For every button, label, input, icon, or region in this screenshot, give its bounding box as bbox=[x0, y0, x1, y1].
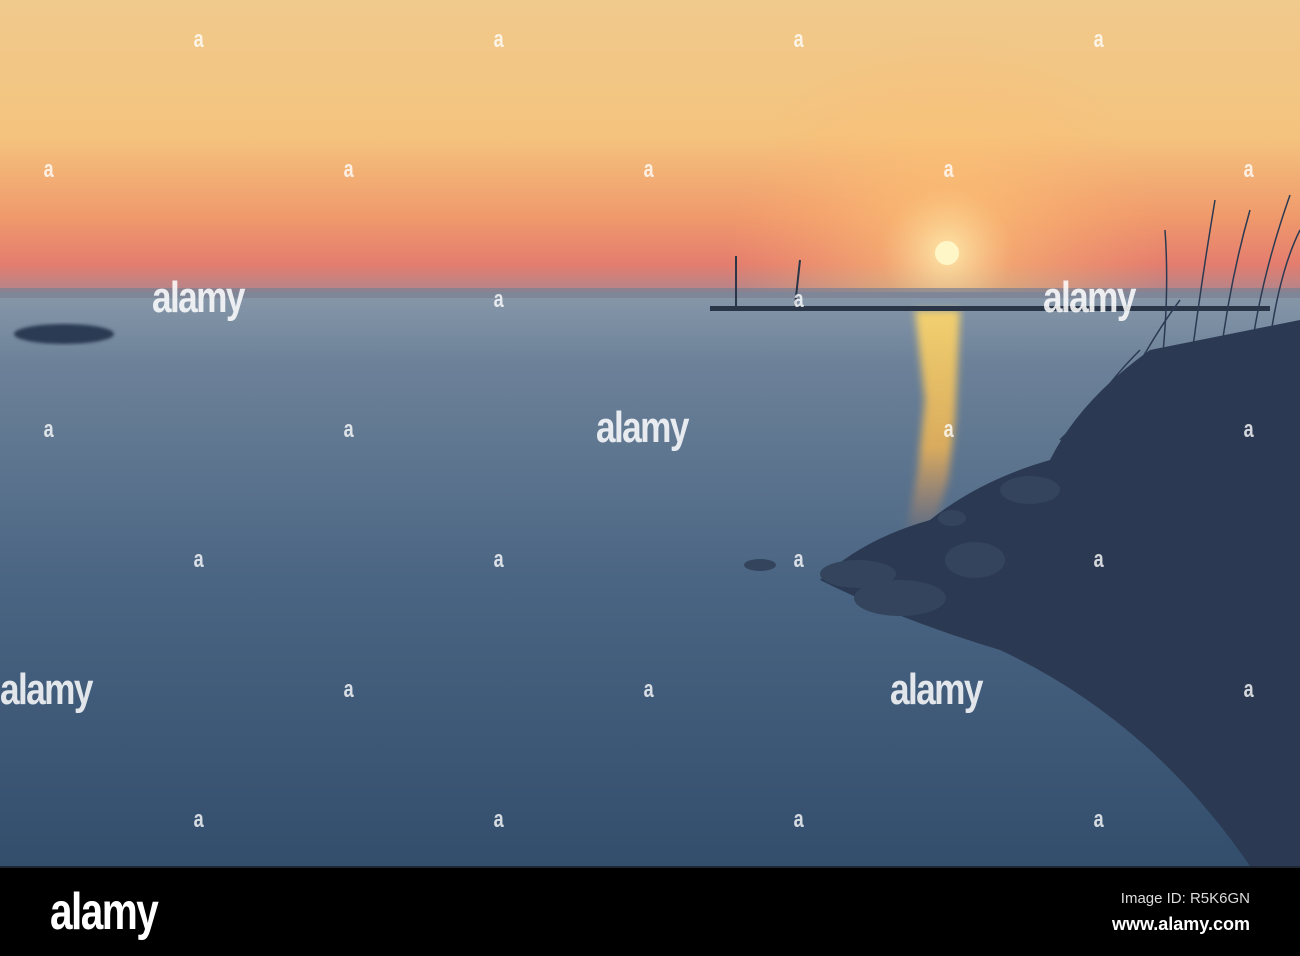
watermark-glyph: a bbox=[1243, 156, 1254, 183]
footer-bar: alamy Image ID: R5K6GN www.alamy.com bbox=[0, 866, 1300, 956]
sun bbox=[935, 241, 959, 265]
watermark-glyph: a bbox=[193, 806, 204, 833]
watermark-glyph: a bbox=[943, 416, 954, 443]
watermark-glyph: a bbox=[1093, 26, 1104, 53]
watermark-glyph: a bbox=[493, 286, 504, 313]
watermark-glyph: a bbox=[1243, 416, 1254, 443]
alamy-logo: alamy bbox=[50, 883, 159, 941]
watermark-glyph: a bbox=[493, 546, 504, 573]
stock-photo-page: alamy alamy alamy alamy alamy a a a a a … bbox=[0, 0, 1300, 956]
watermark-glyph: a bbox=[43, 156, 54, 183]
watermark-glyph: a bbox=[193, 26, 204, 53]
watermark: alamy bbox=[1043, 273, 1136, 322]
watermark-glyph: a bbox=[1093, 546, 1104, 573]
watermark-glyph: a bbox=[793, 286, 804, 313]
watermark: alamy bbox=[152, 273, 245, 322]
watermark-glyph: a bbox=[643, 156, 654, 183]
watermark-glyph: a bbox=[493, 26, 504, 53]
watermark-glyph: a bbox=[643, 676, 654, 703]
watermark-glyph: a bbox=[1243, 676, 1254, 703]
watermark-glyph: a bbox=[1093, 806, 1104, 833]
watermark-glyph: a bbox=[343, 676, 354, 703]
image-id: Image ID: R5K6GN bbox=[1120, 890, 1250, 907]
watermark: alamy bbox=[0, 665, 93, 714]
watermark-glyph: a bbox=[793, 546, 804, 573]
watermark-glyph: a bbox=[343, 156, 354, 183]
watermark-glyph: a bbox=[943, 156, 954, 183]
site-url[interactable]: www.alamy.com bbox=[1112, 914, 1250, 935]
watermark: alamy bbox=[596, 403, 689, 452]
watermark-glyph: a bbox=[793, 26, 804, 53]
watermark-glyph: a bbox=[43, 416, 54, 443]
watermark-glyph: a bbox=[193, 546, 204, 573]
watermark-glyph: a bbox=[793, 806, 804, 833]
watermark-glyph: a bbox=[343, 416, 354, 443]
watermark-glyph: a bbox=[493, 806, 504, 833]
motion-blurred-boat bbox=[14, 324, 114, 344]
watermark: alamy bbox=[890, 665, 983, 714]
